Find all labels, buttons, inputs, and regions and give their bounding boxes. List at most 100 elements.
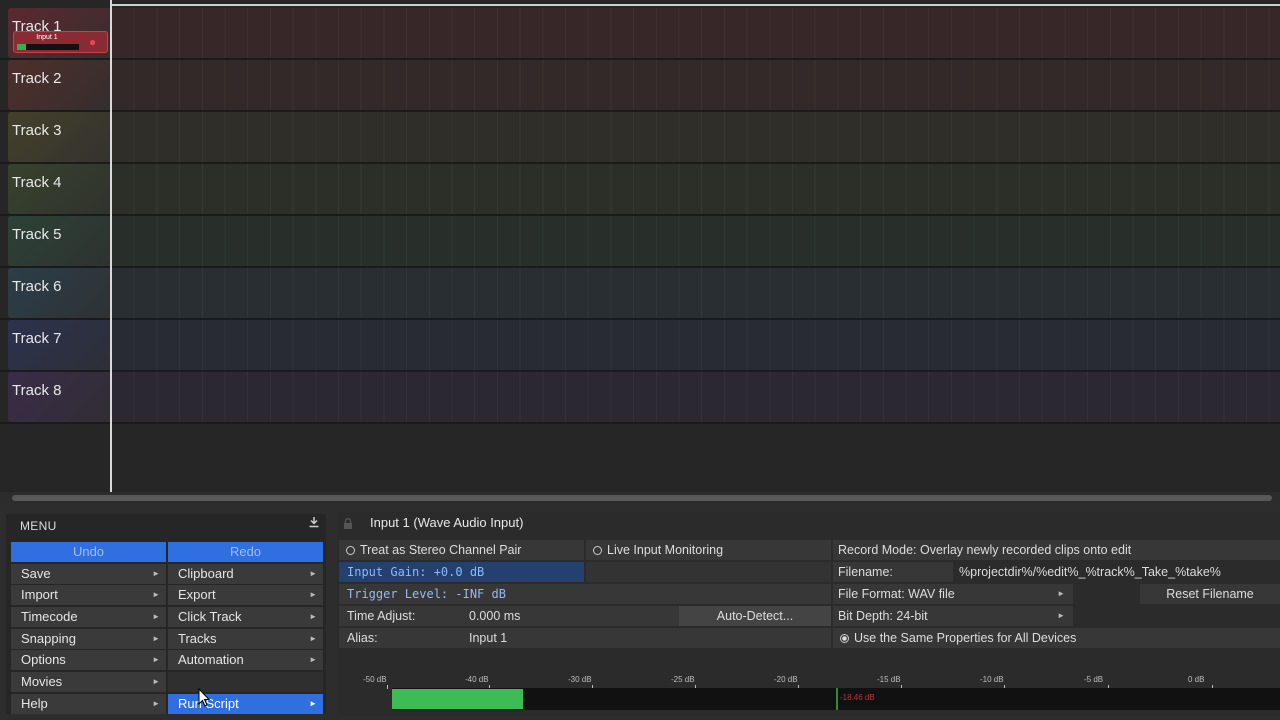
track-name: Track 5 xyxy=(12,226,62,243)
track-name: Track 4 xyxy=(12,174,62,191)
alias-input[interactable]: Input 1 xyxy=(469,628,507,648)
panel-title: Input 1 (Wave Audio Input) xyxy=(370,515,524,530)
chevron-right-icon: ► xyxy=(152,677,160,686)
radio-icon xyxy=(346,546,355,555)
menu-item-label: Options xyxy=(21,652,66,667)
file-format-selector[interactable]: File Format: WAV file ► xyxy=(833,584,1073,604)
track-input-chip[interactable]: Input 1 ● xyxy=(13,31,108,53)
track-row[interactable]: Track 1 xyxy=(0,8,1280,60)
meter-peak-label: -18.46 dB xyxy=(840,693,875,702)
record-mode-selector[interactable]: Record Mode: Overlay newly recorded clip… xyxy=(833,540,1280,560)
track-lane[interactable] xyxy=(111,112,1280,162)
download-icon[interactable] xyxy=(308,516,320,531)
meter-scale-label: -15 dB xyxy=(877,675,901,684)
track-header[interactable]: Track 4 xyxy=(8,164,110,214)
menu-item-run-script[interactable]: Run Script ► xyxy=(168,694,323,714)
scrollbar-thumb[interactable] xyxy=(12,495,1272,501)
time-adjust-label: Time Adjust: xyxy=(347,609,416,623)
track-row[interactable]: Track 2 xyxy=(0,60,1280,112)
menu-item-options[interactable]: Options ► xyxy=(11,650,166,670)
track-header[interactable]: Track 3 xyxy=(8,112,110,162)
track-lane[interactable] xyxy=(111,216,1280,266)
menu-item-label: Save xyxy=(21,566,51,581)
track-row[interactable]: Track 8 xyxy=(0,372,1280,424)
track-lane[interactable] xyxy=(111,320,1280,370)
menu-item-clipboard[interactable]: Clipboard ► xyxy=(168,564,323,584)
menu-item-label: Clipboard xyxy=(178,566,234,581)
track-divider xyxy=(0,422,1280,424)
track-lane[interactable] xyxy=(111,372,1280,422)
menu-item-help[interactable]: Help ► xyxy=(11,694,166,714)
meter-peak-marker xyxy=(836,688,838,710)
input-gain-spacer xyxy=(586,562,831,582)
bit-depth-label: Bit Depth: 24-bit xyxy=(838,609,928,623)
menu-item-import[interactable]: Import ► xyxy=(11,585,166,605)
redo-button[interactable]: Redo xyxy=(168,542,323,562)
track-name: Track 8 xyxy=(12,382,62,399)
menu-item-timecode[interactable]: Timecode ► xyxy=(11,607,166,627)
input-gain-slider[interactable]: Input Gain: +0.0 dB xyxy=(339,562,584,582)
track-row[interactable]: Track 4 xyxy=(0,164,1280,216)
menu-item-label: Click Track xyxy=(178,609,242,624)
chevron-right-icon: ► xyxy=(309,699,317,708)
menu-item-save[interactable]: Save ► xyxy=(11,564,166,584)
track-lane[interactable] xyxy=(111,8,1280,58)
playhead[interactable] xyxy=(110,0,112,492)
chevron-right-icon: ► xyxy=(152,634,160,643)
menu-item-export[interactable]: Export ► xyxy=(168,585,323,605)
undo-button[interactable]: Undo xyxy=(11,542,166,562)
same-properties-label: Use the Same Properties for All Devices xyxy=(854,631,1077,645)
track-header[interactable]: Track 7 xyxy=(8,320,110,370)
menu-item-click-track[interactable]: Click Track ► xyxy=(168,607,323,627)
meter-scale-label: -20 dB xyxy=(774,675,798,684)
input-chip-meter xyxy=(17,44,79,50)
menu-item-movies[interactable]: Movies ► xyxy=(11,672,166,692)
mouse-cursor-icon xyxy=(198,687,212,708)
track-row[interactable]: Track 3 xyxy=(0,112,1280,164)
menu-item-snapping[interactable]: Snapping ► xyxy=(11,629,166,649)
meter-scale-label: -40 dB xyxy=(465,675,489,684)
track-row[interactable]: Track 6 xyxy=(0,268,1280,320)
menu-item-label: Snapping xyxy=(21,631,76,646)
meter-scale-label: -10 dB xyxy=(980,675,1004,684)
track-header[interactable]: Track 8 xyxy=(8,372,110,422)
menu-item-label: Timecode xyxy=(21,609,78,624)
auto-detect-button[interactable]: Auto-Detect... xyxy=(679,606,831,626)
stereo-pair-label: Treat as Stereo Channel Pair xyxy=(360,543,522,557)
filename-input[interactable]: %projectdir%/%edit%_%track%_Take_%take% xyxy=(953,562,1280,582)
track-row[interactable]: Track 7 xyxy=(0,320,1280,372)
menu-empty-slot xyxy=(168,672,323,692)
track-area[interactable]: Track 1 Track 2 Track 3 Track 4 Track 5 Track… xyxy=(0,0,1280,492)
menu-item-automation[interactable]: Automation ► xyxy=(168,650,323,670)
reset-filename-button[interactable]: Reset Filename xyxy=(1140,584,1280,604)
horizontal-scrollbar[interactable] xyxy=(0,492,1280,504)
menu-title: MENU xyxy=(20,519,57,533)
chevron-right-icon: ► xyxy=(1057,611,1065,620)
trigger-level-slider[interactable]: Trigger Level: -INF dB xyxy=(339,584,831,604)
menu-item-label: Automation xyxy=(178,652,244,667)
menu-item-tracks[interactable]: Tracks ► xyxy=(168,629,323,649)
track-lane[interactable] xyxy=(111,268,1280,318)
chevron-right-icon: ► xyxy=(152,569,160,578)
track-header[interactable]: Track 2 xyxy=(8,60,110,110)
live-monitoring-toggle[interactable]: Live Input Monitoring xyxy=(586,540,831,560)
track-lane[interactable] xyxy=(111,164,1280,214)
time-adjust-value[interactable]: 0.000 ms xyxy=(469,606,520,626)
input-chip-label: Input 1 xyxy=(36,34,58,41)
track-header[interactable]: Track 5 xyxy=(8,216,110,266)
alias-label: Alias: xyxy=(347,631,378,645)
filename-label: Filename: xyxy=(838,565,893,579)
track-lane[interactable] xyxy=(111,60,1280,110)
track-row[interactable]: Track 5 xyxy=(0,216,1280,268)
track-header[interactable]: Track 6 xyxy=(8,268,110,318)
lock-icon[interactable] xyxy=(343,517,353,529)
chevron-right-icon: ► xyxy=(152,655,160,664)
same-properties-toggle[interactable]: Use the Same Properties for All Devices xyxy=(833,628,1280,648)
stereo-pair-toggle[interactable]: Treat as Stereo Channel Pair xyxy=(339,540,584,560)
menu-item-label: Import xyxy=(21,587,58,602)
bit-depth-selector[interactable]: Bit Depth: 24-bit ► xyxy=(833,606,1073,626)
record-arm-icon[interactable]: ● xyxy=(89,35,103,49)
menu-item-label: Help xyxy=(21,696,48,711)
main-menu: MENU Undo Redo Save ► Import ► Timecode ► Snap… xyxy=(6,514,326,714)
file-format-label: File Format: WAV file xyxy=(838,587,955,601)
